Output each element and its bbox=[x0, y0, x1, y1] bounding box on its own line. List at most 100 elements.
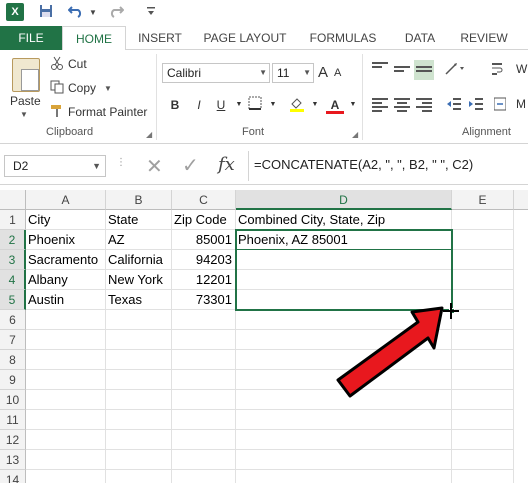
name-box-dropdown-icon[interactable]: ▼ bbox=[92, 156, 101, 176]
cell-empty[interactable] bbox=[106, 430, 172, 450]
font-size-dropdown-icon[interactable]: ▼ bbox=[303, 64, 311, 82]
cell-empty[interactable] bbox=[452, 470, 514, 483]
font-size-combo[interactable]: 11 ▼ bbox=[272, 63, 314, 83]
cell-d3[interactable] bbox=[236, 250, 452, 270]
cell-empty[interactable] bbox=[236, 470, 452, 483]
font-launcher-icon[interactable]: ◢ bbox=[352, 130, 358, 139]
tab-review[interactable]: REVIEW bbox=[454, 26, 514, 50]
row-header-8[interactable]: 8 bbox=[0, 350, 26, 370]
align-middle-icon[interactable] bbox=[394, 66, 410, 80]
row-header-5[interactable]: 5 bbox=[0, 290, 26, 310]
column-header-b[interactable]: B bbox=[106, 190, 172, 210]
cell-empty[interactable] bbox=[172, 450, 236, 470]
row-header-10[interactable]: 10 bbox=[0, 390, 26, 410]
cell-a4[interactable]: Albany bbox=[26, 270, 106, 290]
copy-icon[interactable] bbox=[50, 80, 64, 97]
borders-dropdown-icon[interactable]: ▼ bbox=[264, 96, 282, 114]
save-icon[interactable] bbox=[36, 4, 56, 22]
cell-empty[interactable] bbox=[172, 390, 236, 410]
cell-b5[interactable]: Texas bbox=[106, 290, 172, 310]
cell-empty[interactable] bbox=[236, 430, 452, 450]
cell-empty[interactable] bbox=[106, 350, 172, 370]
cell-empty[interactable] bbox=[172, 350, 236, 370]
column-header-a[interactable]: A bbox=[26, 190, 106, 210]
cell-e4[interactable] bbox=[452, 270, 514, 290]
cut-button[interactable]: Cut bbox=[68, 57, 87, 71]
tab-insert[interactable]: INSERT bbox=[130, 26, 190, 50]
cell-empty[interactable] bbox=[26, 390, 106, 410]
shrink-font-button[interactable]: A bbox=[334, 67, 341, 79]
cell-empty[interactable] bbox=[106, 390, 172, 410]
cell-empty[interactable] bbox=[172, 310, 236, 330]
font-color-button[interactable]: A bbox=[326, 96, 344, 114]
cell-e5[interactable] bbox=[452, 290, 514, 310]
cell-empty[interactable] bbox=[26, 370, 106, 390]
cell-empty[interactable] bbox=[452, 350, 514, 370]
cell-empty[interactable] bbox=[172, 330, 236, 350]
font-color-dropdown-icon[interactable]: ▼ bbox=[344, 96, 362, 114]
cell-empty[interactable] bbox=[26, 330, 106, 350]
copy-dropdown-icon[interactable]: ▼ bbox=[104, 84, 112, 93]
row-header-9[interactable]: 9 bbox=[0, 370, 26, 390]
enter-formula-button[interactable]: ✓ bbox=[182, 153, 199, 178]
cell-empty[interactable] bbox=[236, 410, 452, 430]
cell-empty[interactable] bbox=[106, 450, 172, 470]
copy-button[interactable]: Copy bbox=[68, 81, 96, 95]
row-header-12[interactable]: 12 bbox=[0, 430, 26, 450]
tab-file[interactable]: FILE bbox=[0, 26, 62, 50]
cell-empty[interactable] bbox=[172, 370, 236, 390]
undo-dropdown-icon[interactable]: ▼ bbox=[88, 4, 98, 22]
cell-c3[interactable]: 94203 bbox=[172, 250, 236, 270]
merge-center-icon[interactable] bbox=[493, 97, 507, 114]
paste-button[interactable]: Paste bbox=[10, 94, 41, 108]
cell-d4[interactable] bbox=[236, 270, 452, 290]
cell-empty[interactable] bbox=[106, 310, 172, 330]
redo-icon[interactable] bbox=[106, 4, 126, 22]
column-header-f[interactable] bbox=[514, 190, 528, 210]
cell-empty[interactable] bbox=[26, 410, 106, 430]
cell-a5[interactable]: Austin bbox=[26, 290, 106, 310]
borders-icon[interactable] bbox=[246, 96, 264, 114]
row-header-3[interactable]: 3 bbox=[0, 250, 26, 270]
row-header-7[interactable]: 7 bbox=[0, 330, 26, 350]
cell-c4[interactable]: 12201 bbox=[172, 270, 236, 290]
format-painter-icon[interactable] bbox=[50, 104, 64, 121]
fill-color-icon[interactable] bbox=[288, 96, 306, 114]
paste-icon[interactable] bbox=[12, 58, 40, 92]
select-all-corner[interactable] bbox=[0, 190, 26, 210]
cell-b2[interactable]: AZ bbox=[106, 230, 172, 250]
paste-dropdown-icon[interactable]: ▼ bbox=[20, 110, 28, 119]
cell-empty[interactable] bbox=[26, 430, 106, 450]
cell-e3[interactable] bbox=[452, 250, 514, 270]
wrap-text-icon[interactable] bbox=[492, 62, 504, 79]
row-header-2[interactable]: 2 bbox=[0, 230, 26, 250]
formula-input[interactable]: =CONCATENATE(A2, ", ", B2, " ", C2) bbox=[254, 157, 473, 172]
fill-color-dropdown-icon[interactable]: ▼ bbox=[306, 96, 324, 114]
underline-button[interactable]: U bbox=[212, 96, 230, 114]
cell-empty[interactable] bbox=[452, 370, 514, 390]
merge-center-button[interactable]: M bbox=[516, 97, 526, 111]
cell-empty[interactable] bbox=[452, 310, 514, 330]
row-header-4[interactable]: 4 bbox=[0, 270, 26, 290]
row-header-6[interactable]: 6 bbox=[0, 310, 26, 330]
cell-e1[interactable] bbox=[452, 210, 514, 230]
tab-formulas[interactable]: FORMULAS bbox=[300, 26, 386, 50]
cell-a1[interactable]: City bbox=[26, 210, 106, 230]
cell-empty[interactable] bbox=[172, 410, 236, 430]
orientation-icon[interactable] bbox=[444, 62, 466, 79]
grow-font-button[interactable]: A bbox=[318, 64, 328, 81]
column-header-c[interactable]: C bbox=[172, 190, 236, 210]
cell-a2[interactable]: Phoenix bbox=[26, 230, 106, 250]
row-header-14[interactable]: 14 bbox=[0, 470, 26, 483]
cancel-formula-button[interactable]: ✕ bbox=[146, 154, 163, 179]
align-center-icon[interactable] bbox=[394, 98, 410, 112]
cell-c1[interactable]: Zip Code bbox=[172, 210, 236, 230]
font-name-dropdown-icon[interactable]: ▼ bbox=[259, 64, 267, 82]
cell-empty[interactable] bbox=[106, 470, 172, 483]
tab-page-layout[interactable]: PAGE LAYOUT bbox=[196, 26, 294, 50]
cell-e2[interactable] bbox=[452, 230, 514, 250]
customize-icon[interactable] bbox=[144, 4, 158, 22]
wrap-text-button[interactable]: W bbox=[516, 62, 527, 76]
cell-empty[interactable] bbox=[26, 470, 106, 483]
cell-empty[interactable] bbox=[172, 430, 236, 450]
